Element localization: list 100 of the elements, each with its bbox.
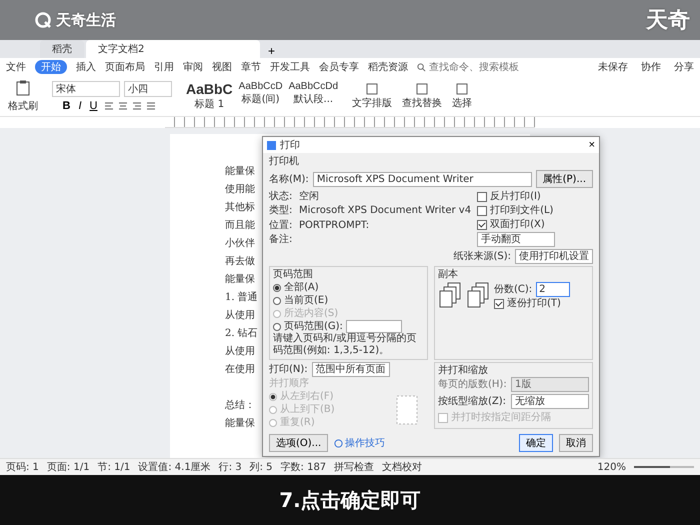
document-text: 总结： — [225, 400, 255, 411]
field-label: 份数(C): — [494, 283, 532, 296]
scaling-select[interactable]: 无缩放 — [511, 394, 589, 409]
ribbon-tool[interactable]: 查找替换 — [402, 82, 442, 110]
info-value: Microsoft XPS Document Writer v4 — [299, 205, 472, 216]
document-text: 在使用 — [225, 364, 255, 375]
menu-tab[interactable]: 审阅 — [183, 60, 203, 74]
info-label: 位置: — [269, 218, 294, 232]
checkbox[interactable] — [477, 206, 488, 216]
status-item[interactable]: 页码: 1 — [6, 460, 39, 474]
document-text: 从使用 — [225, 310, 255, 321]
info-value: PORTPROMPT: — [299, 220, 370, 230]
search-icon — [417, 62, 426, 72]
paper-select[interactable]: 使用打印机设置 — [515, 249, 593, 264]
status-item[interactable]: 拼写检查 — [334, 460, 374, 474]
menu-tab[interactable]: 页面布局 — [105, 60, 145, 74]
brand-mark: 天奇 — [646, 7, 690, 35]
field-label: 名称(M): — [269, 172, 309, 186]
checkbox-label: 逐份打印(T) — [507, 297, 561, 310]
menu-tab[interactable]: 视图 — [212, 60, 232, 74]
radio-button[interactable] — [273, 296, 281, 304]
group-label: 打印机 — [269, 155, 300, 168]
print-select[interactable]: 范围中所有页面 — [312, 362, 390, 377]
properties-button[interactable]: 属性(P)... — [536, 170, 593, 188]
radio-button[interactable] — [273, 284, 281, 292]
checkbox-label: 打印到文件(L) — [490, 204, 554, 217]
font-select[interactable]: 宋体 — [52, 80, 120, 96]
style-preset[interactable]: AaBbCcD 标题(间) — [238, 81, 283, 111]
document-text: 其他标 — [225, 202, 255, 213]
toolbar-action[interactable]: 协作 — [641, 60, 661, 74]
menu-tab[interactable]: 开发工具 — [270, 60, 310, 74]
zoom-percent[interactable]: 120% — [597, 462, 626, 472]
paste-icon[interactable] — [16, 80, 30, 96]
ribbon-tool[interactable]: 文字排版 — [352, 82, 392, 110]
status-item[interactable]: 文档校对 — [382, 460, 422, 474]
checkbox-label: 双面打印(X) — [490, 218, 545, 231]
radio-label: 从左到右(F) — [280, 390, 334, 403]
document-text: 使用能 — [225, 184, 255, 195]
radio-label: 所选内容(S) — [284, 307, 338, 320]
group-label: 并打和缩放 — [438, 364, 489, 377]
menu-tab[interactable]: 引用 — [154, 60, 174, 74]
document-text: 能量保 — [225, 418, 255, 429]
radio-label: 重复(R) — [280, 416, 315, 429]
tips-link[interactable]: 操作技巧 — [334, 436, 386, 450]
status-item[interactable]: 设置值: 4.1厘米 — [138, 460, 211, 474]
document-tab[interactable]: 稻壳 — [40, 40, 84, 58]
status-item[interactable]: 字数: 187 — [280, 460, 326, 474]
search-field[interactable]: 查找命令、搜索模板 — [417, 62, 539, 72]
status-item[interactable]: 页面: 1/1 — [46, 460, 90, 474]
document-text: 能量保 — [225, 274, 255, 285]
document-text: 而且能 — [225, 220, 255, 231]
toolbar-action[interactable]: 分享 — [674, 60, 694, 74]
checkbox[interactable] — [494, 298, 504, 308]
printer-select[interactable]: Microsoft XPS Document Writer — [312, 172, 532, 186]
field-label: 每页的版数(H): — [438, 378, 507, 391]
checkbox[interactable] — [477, 220, 488, 230]
page-range-input[interactable] — [346, 320, 402, 333]
format-button[interactable]: U — [88, 100, 100, 112]
style-preset[interactable]: AaBbC 标题 1 — [186, 81, 233, 111]
status-item[interactable]: 行: 3 — [218, 460, 242, 474]
menu-tab[interactable]: 稻壳资源 — [368, 60, 408, 74]
menu-tab[interactable]: 章节 — [241, 60, 261, 74]
status-item[interactable]: 节: 1/1 — [98, 460, 130, 474]
status-item[interactable]: 列: 5 — [250, 460, 273, 474]
group-label: 并打顺序 — [269, 377, 310, 390]
help-icon — [334, 438, 344, 448]
duplex-select[interactable]: 手动翻页 — [477, 232, 556, 247]
document-text: 1. 普通 — [225, 292, 258, 303]
format-painter-label[interactable]: 格式刷 — [8, 98, 38, 112]
copies-spinner[interactable]: 2 — [536, 282, 570, 297]
radio-label: 当前页(E) — [284, 294, 328, 307]
format-button[interactable]: I — [76, 100, 84, 112]
toolbar-action[interactable]: 未保存 — [598, 60, 628, 74]
menu-tab[interactable]: 会员专享 — [319, 60, 359, 74]
ribbon-tool[interactable]: 选择 — [452, 82, 472, 110]
size-select[interactable]: 小四 — [124, 80, 172, 96]
menu-tab[interactable]: 插入 — [76, 60, 96, 74]
menu-tab[interactable]: 开始 — [35, 60, 67, 74]
dialog-button[interactable]: 确定 — [519, 434, 553, 452]
field-label: 按纸型缩放(Z): — [438, 395, 506, 408]
info-label: 备注: — [269, 232, 294, 247]
document-text: 小伙伴 — [225, 238, 255, 249]
radio-button[interactable] — [273, 322, 281, 330]
new-tab-button[interactable]: + — [262, 44, 282, 58]
style-preset[interactable]: AaBbCcDd 默认段... — [288, 81, 338, 111]
close-button[interactable]: × — [588, 139, 595, 151]
info-label: 状态: — [269, 190, 294, 204]
format-button[interactable]: B — [60, 100, 72, 112]
document-text: 从使用 — [225, 346, 255, 357]
radio-label: 页码范围(G): — [284, 320, 343, 332]
dialog-button[interactable]: 取消 — [559, 434, 593, 452]
radio-label: 从上到下(B) — [280, 403, 335, 416]
menu-tab[interactable]: 文件 — [6, 60, 26, 74]
document-text: 再去做 — [225, 256, 255, 267]
group-label: 副本 — [438, 268, 459, 281]
document-tab[interactable]: 文字文档2 — [86, 40, 260, 58]
checkbox[interactable] — [477, 192, 488, 202]
group-label: 页码范围 — [273, 268, 314, 281]
logo-icon — [34, 11, 52, 29]
dialog-button[interactable]: 选项(O)... — [269, 434, 328, 452]
